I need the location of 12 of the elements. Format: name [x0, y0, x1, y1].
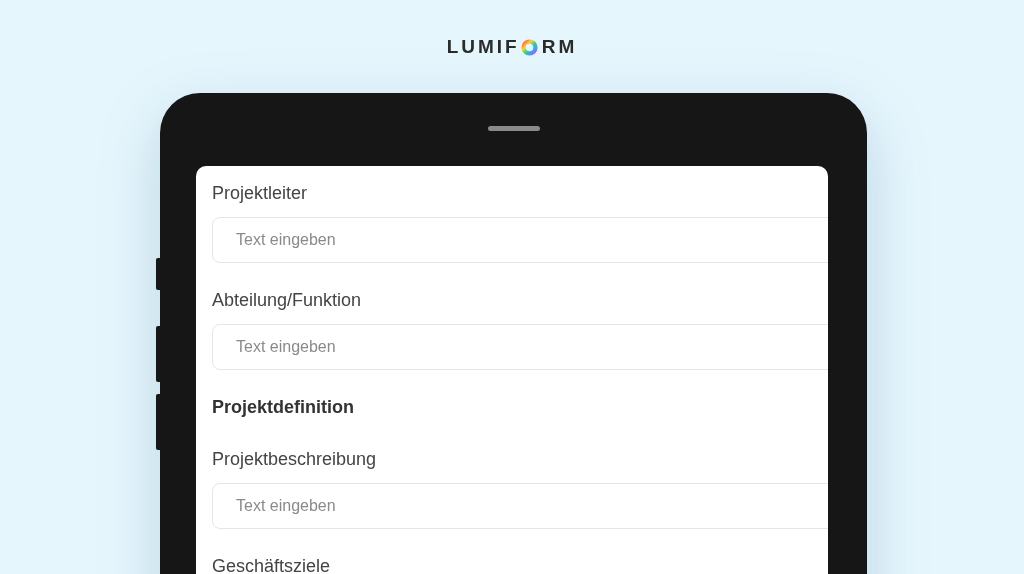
color-ring-icon [520, 38, 538, 56]
input-field[interactable]: Text eingeben [212, 483, 828, 529]
section-heading: Projektdefinition [212, 396, 355, 419]
logo-text: LUMIF [446, 36, 520, 58]
field-label: Abteilung/Funktion [212, 289, 363, 312]
field-label: Projektbeschreibung [212, 448, 378, 471]
field-label: Geschäftsziele [212, 555, 332, 574]
handle-bar [487, 126, 540, 131]
field-label: Projektleiter [212, 182, 309, 205]
input-field[interactable]: Text eingeben [212, 324, 828, 370]
input-field[interactable]: Text eingeben [212, 217, 828, 263]
logo-text: RM [541, 36, 578, 58]
